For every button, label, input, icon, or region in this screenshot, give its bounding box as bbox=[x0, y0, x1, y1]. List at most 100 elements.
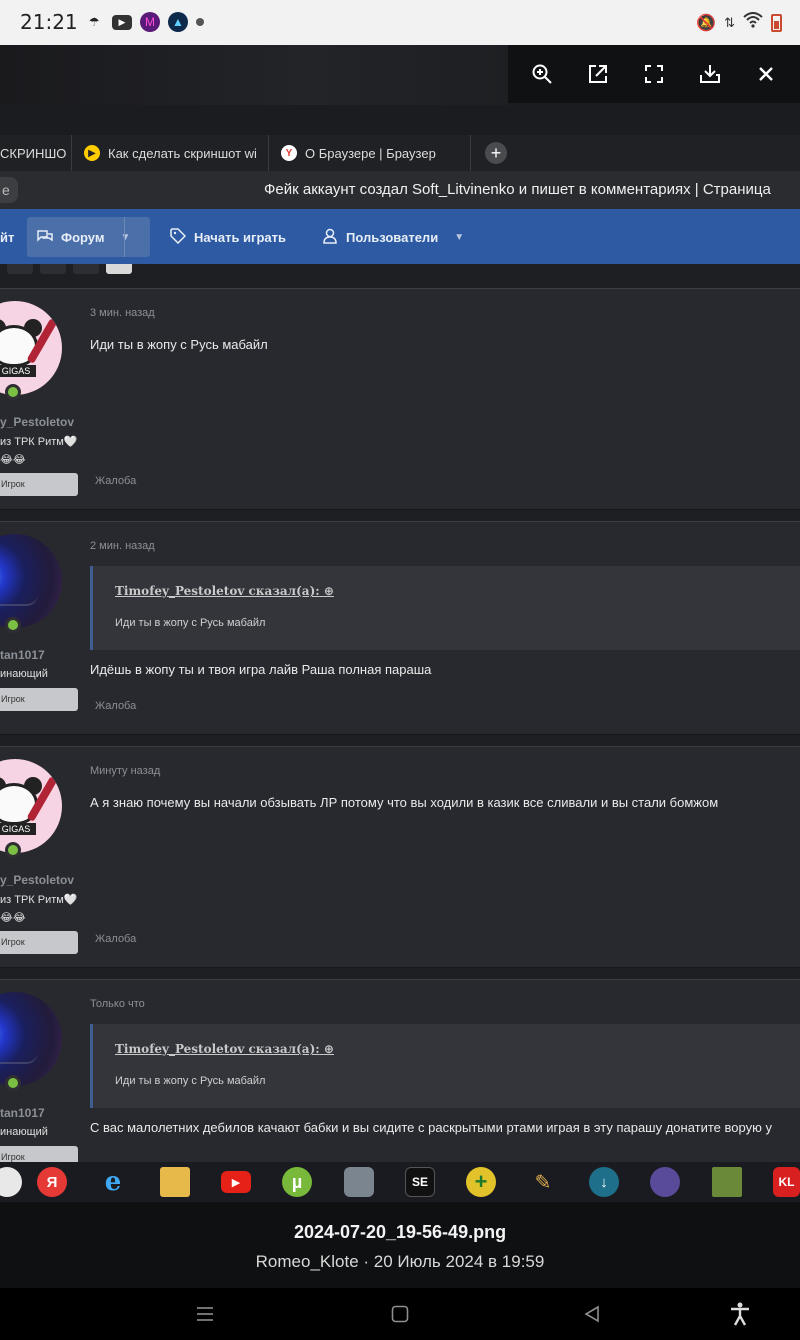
avatar-tag: GIGAS bbox=[0, 365, 36, 377]
avatar[interactable]: GIGAS bbox=[0, 759, 62, 853]
download-icon[interactable] bbox=[692, 56, 728, 92]
page-button[interactable] bbox=[7, 264, 33, 274]
back-icon[interactable] bbox=[577, 1300, 607, 1328]
chevron-down-icon[interactable]: ▼ bbox=[454, 232, 464, 243]
app-circle-icon[interactable] bbox=[0, 1167, 22, 1197]
avatar[interactable] bbox=[0, 992, 62, 1086]
open-external-icon[interactable] bbox=[580, 56, 616, 92]
image-caption: 2024-07-20_19-56-49.png Romeo_Klote · 20… bbox=[0, 1202, 800, 1288]
umbrella-icon: ☂ bbox=[88, 15, 100, 29]
zoom-in-icon[interactable] bbox=[524, 56, 560, 92]
quote-author-label: Timofey_Pestoletov сказал(а): bbox=[115, 1042, 320, 1056]
page-button-current[interactable] bbox=[106, 264, 132, 274]
wifi-icon bbox=[743, 12, 763, 33]
post-time[interactable]: Минуту назад bbox=[90, 765, 160, 777]
viewer-actions bbox=[508, 45, 800, 103]
tab-how-to-screenshot[interactable]: ▶ Как сделать скриншот wi bbox=[72, 135, 269, 171]
menu-icon[interactable] bbox=[190, 1300, 220, 1328]
nav-item-start-playing[interactable]: Начать играть bbox=[170, 217, 286, 257]
minecraft-icon[interactable] bbox=[712, 1167, 742, 1197]
nav-item-users[interactable]: Пользователи ▼ bbox=[322, 217, 464, 257]
accessibility-icon[interactable] bbox=[725, 1300, 755, 1328]
app-icon-blue: ▲ bbox=[168, 12, 188, 32]
browser-tabs: СКРИНШО ▶ Как сделать скриншот wi Y О Бр… bbox=[0, 135, 800, 171]
user-role-badge: Игрок bbox=[0, 473, 78, 496]
post-time[interactable]: Только что bbox=[90, 998, 145, 1010]
mute-icon: 🔕 bbox=[696, 14, 717, 32]
quote-block: Timofey_Pestoletov сказал(а): ⊕ Иди ты в… bbox=[90, 566, 800, 650]
se-icon[interactable]: SE bbox=[405, 1167, 435, 1197]
username[interactable]: tan1017 bbox=[0, 648, 45, 662]
explorer-icon[interactable] bbox=[160, 1167, 190, 1197]
post: tan1017 инающий Игрок Только что Timofey… bbox=[0, 979, 800, 1162]
kl-icon[interactable]: KL bbox=[773, 1167, 800, 1197]
nav-label: Пользователи bbox=[346, 229, 439, 245]
chevron-down-icon[interactable]: ▼ bbox=[120, 232, 130, 243]
post-text: Иди ты в жопу с Русь мабайл bbox=[90, 337, 268, 352]
arrow-up-icon[interactable]: ⊕ bbox=[324, 1042, 334, 1056]
file-name: 2024-07-20_19-56-49.png bbox=[293, 1222, 507, 1242]
online-status-icon bbox=[5, 1075, 21, 1091]
user-title-line2: 😂😂 bbox=[0, 454, 26, 466]
username[interactable]: tan1017 bbox=[0, 1106, 45, 1120]
ie-icon[interactable]: e bbox=[98, 1167, 128, 1197]
android-nav-bar bbox=[0, 1288, 800, 1340]
plus-app-icon[interactable]: + bbox=[466, 1167, 496, 1197]
tab-label: О Браузере | Браузер bbox=[305, 145, 436, 161]
tab-about-browser[interactable]: Y О Браузере | Браузер bbox=[269, 135, 471, 171]
nav-item-fragment[interactable]: йт bbox=[0, 217, 14, 257]
avatar[interactable]: GIGAS bbox=[0, 301, 62, 395]
broom-icon[interactable]: ✎ bbox=[528, 1167, 558, 1197]
app-icon-purple: M bbox=[140, 12, 160, 32]
page-button[interactable] bbox=[40, 264, 66, 274]
tab-label: СКРИНШО bbox=[0, 145, 67, 161]
youtube-icon[interactable]: ▶ bbox=[221, 1171, 251, 1193]
space-icon[interactable] bbox=[650, 1167, 680, 1197]
status-time: 21:21 bbox=[20, 10, 78, 34]
report-link[interactable]: Жалоба bbox=[95, 475, 136, 487]
post-time[interactable]: 3 мин. назад bbox=[90, 307, 155, 319]
address-bar-fragment[interactable]: е bbox=[0, 177, 18, 203]
nav-item-forum[interactable]: Форум ▼ bbox=[27, 217, 150, 257]
tab-screenshot[interactable]: СКРИНШО bbox=[0, 135, 72, 171]
fullscreen-icon[interactable] bbox=[636, 56, 672, 92]
post: GIGAS y_Pestoletov из ТРК Ритм🤍 😂😂 Игрок… bbox=[0, 288, 800, 510]
user-title: инающий bbox=[0, 668, 48, 680]
nav-label: Начать играть bbox=[194, 229, 286, 245]
quote-author-label: Timofey_Pestoletov сказал(а): bbox=[115, 584, 320, 598]
username[interactable]: y_Pestoletov bbox=[0, 415, 74, 429]
quote-author[interactable]: Timofey_Pestoletov сказал(а): ⊕ bbox=[115, 1042, 334, 1056]
viewer-header bbox=[0, 45, 800, 135]
user-title-line2: 😂😂 bbox=[0, 912, 26, 924]
post-time[interactable]: 2 мин. назад bbox=[90, 540, 155, 552]
tag-icon bbox=[170, 227, 187, 247]
thread-content: GIGAS y_Pestoletov из ТРК Ритм🤍 😂😂 Игрок… bbox=[0, 264, 800, 1162]
online-status-icon bbox=[5, 384, 21, 400]
status-bar: 21:21 ☂ ▶ M ▲ 🔕 ⇅ bbox=[0, 0, 800, 45]
download-app-icon[interactable]: ↓ bbox=[589, 1167, 619, 1197]
utorrent-icon[interactable]: µ bbox=[282, 1167, 312, 1197]
close-icon[interactable] bbox=[748, 56, 784, 92]
shield-app-icon[interactable] bbox=[344, 1167, 374, 1197]
screenshot-top-area bbox=[0, 45, 510, 105]
post-text: А я знаю почему вы начали обзывать ЛР по… bbox=[90, 795, 719, 810]
quote-text: Иди ты в жопу с Русь мабайл bbox=[115, 617, 266, 629]
pagination bbox=[0, 264, 800, 288]
file-subtitle: Romeo_Klote · 20 Июль 2024 в 19:59 bbox=[255, 1252, 545, 1271]
user-title: из ТРК Ритм🤍 bbox=[0, 436, 78, 448]
username[interactable]: y_Pestoletov bbox=[0, 873, 74, 887]
avatar[interactable] bbox=[0, 534, 62, 628]
report-link[interactable]: Жалоба bbox=[95, 933, 136, 945]
new-tab-button[interactable]: + bbox=[485, 142, 507, 164]
battery-icon bbox=[771, 13, 782, 32]
quote-block: Timofey_Pestoletov сказал(а): ⊕ Иди ты в… bbox=[90, 1024, 800, 1108]
home-icon[interactable] bbox=[385, 1300, 415, 1328]
quote-text: Иди ты в жопу с Русь мабайл bbox=[115, 1075, 266, 1087]
report-link[interactable]: Жалоба bbox=[95, 700, 136, 712]
quote-author[interactable]: Timofey_Pestoletov сказал(а): ⊕ bbox=[115, 584, 334, 598]
arrow-up-icon[interactable]: ⊕ bbox=[324, 584, 334, 598]
yandex-icon[interactable]: Я bbox=[37, 1167, 67, 1197]
page-title: Фейк аккаунт создал Soft_Litvinenko и пи… bbox=[264, 181, 771, 198]
user-title: из ТРК Ритм🤍 bbox=[0, 894, 78, 906]
page-button[interactable] bbox=[73, 264, 99, 274]
